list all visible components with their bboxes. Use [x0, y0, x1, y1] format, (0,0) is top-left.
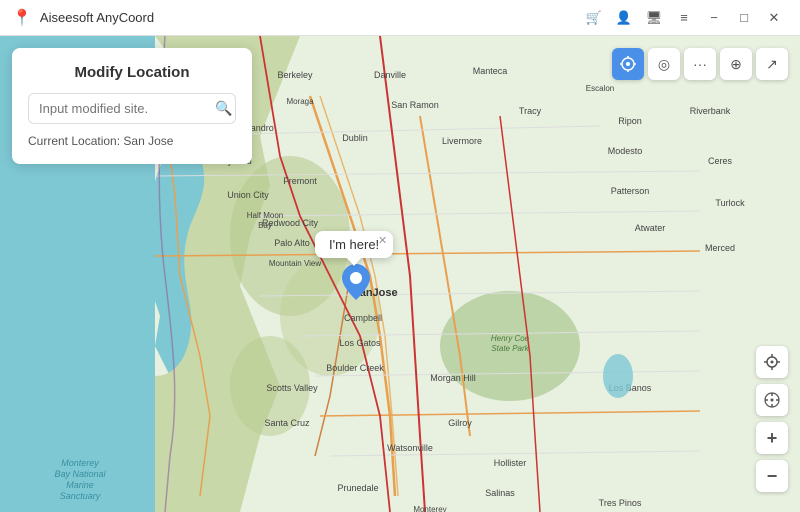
- gps-control-btn[interactable]: [756, 346, 788, 378]
- minimize-button[interactable]: −: [700, 4, 728, 32]
- svg-text:Prunedale: Prunedale: [337, 483, 378, 493]
- maximize-button[interactable]: □: [730, 4, 758, 32]
- svg-text:Watsonville: Watsonville: [387, 443, 433, 453]
- crosshair-toolbar-btn[interactable]: ⊕: [720, 48, 752, 80]
- modify-location-panel: Modify Location 🔍 Current Location: San …: [12, 48, 252, 164]
- svg-text:Monterey: Monterey: [61, 458, 99, 468]
- svg-text:Los Gatos: Los Gatos: [339, 338, 381, 348]
- screen-button[interactable]: 🖥: [640, 4, 668, 32]
- svg-text:Union City: Union City: [227, 190, 269, 200]
- svg-text:Tracy: Tracy: [519, 106, 542, 116]
- svg-text:Mountain View: Mountain View: [269, 259, 322, 268]
- svg-text:Morgan Hill: Morgan Hill: [430, 373, 476, 383]
- svg-text:Livermore: Livermore: [442, 136, 482, 146]
- svg-text:Campbell: Campbell: [344, 313, 382, 323]
- search-icon[interactable]: 🔍: [215, 100, 232, 117]
- svg-text:Gilroy: Gilroy: [448, 418, 472, 428]
- user-button[interactable]: 👤: [610, 4, 638, 32]
- svg-text:Ceres: Ceres: [708, 156, 733, 166]
- svg-text:Escalon: Escalon: [586, 84, 614, 93]
- svg-text:Dublin: Dublin: [342, 133, 368, 143]
- close-button[interactable]: ✕: [760, 4, 788, 32]
- zoom-in-btn[interactable]: +: [756, 422, 788, 454]
- svg-text:Modesto: Modesto: [608, 146, 643, 156]
- svg-text:Scotts Valley: Scotts Valley: [266, 383, 318, 393]
- panel-title: Modify Location: [28, 64, 236, 81]
- location-popup: I'm here! ✕: [315, 231, 393, 258]
- svg-text:Fremont: Fremont: [283, 176, 317, 186]
- app-logo: 📍: [12, 8, 32, 28]
- svg-text:Riverbank: Riverbank: [690, 106, 731, 116]
- popup-close-btn[interactable]: ✕: [378, 234, 387, 247]
- popup-tail: [346, 257, 362, 266]
- dots-toolbar-btn[interactable]: ···: [684, 48, 716, 80]
- svg-text:Turlock: Turlock: [715, 198, 745, 208]
- svg-text:Marine: Marine: [66, 480, 94, 490]
- location-toolbar-btn[interactable]: [612, 48, 644, 80]
- svg-text:Moraga: Moraga: [286, 97, 314, 106]
- svg-text:Boulder Creek: Boulder Creek: [326, 363, 384, 373]
- popup-text: I'm here!: [329, 237, 379, 252]
- svg-text:Bay National: Bay National: [54, 469, 106, 479]
- svg-text:Salinas: Salinas: [485, 488, 515, 498]
- app-title: Aiseesoft AnyCoord: [40, 10, 154, 25]
- export-toolbar-btn[interactable]: ↗: [756, 48, 788, 80]
- search-box[interactable]: 🔍: [28, 93, 236, 124]
- title-bar: 📍 Aiseesoft AnyCoord 🛒 👤 🖥 ≡ − □ ✕: [0, 0, 800, 36]
- svg-text:Atwater: Atwater: [635, 223, 666, 233]
- zoom-out-btn[interactable]: −: [756, 460, 788, 492]
- cart-button[interactable]: 🛒: [580, 4, 608, 32]
- svg-text:Hollister: Hollister: [494, 458, 527, 468]
- map-container: Monterey Bay National Marine Sanctuary H…: [0, 36, 800, 512]
- target-toolbar-btn[interactable]: ◎: [648, 48, 680, 80]
- location-pin: [342, 264, 370, 307]
- menu-button[interactable]: ≡: [670, 4, 698, 32]
- svg-text:San Ramon: San Ramon: [391, 100, 439, 110]
- svg-text:Henry Coe: Henry Coe: [491, 334, 530, 343]
- svg-text:Danville: Danville: [374, 70, 406, 80]
- svg-text:State Park: State Park: [491, 344, 529, 353]
- title-controls: 🛒 👤 🖥 ≡ − □ ✕: [580, 4, 788, 32]
- svg-text:Monterey: Monterey: [413, 505, 446, 512]
- svg-text:Merced: Merced: [705, 243, 735, 253]
- current-location-label: Current Location: San Jose: [28, 134, 236, 148]
- svg-text:Tres Pinos: Tres Pinos: [599, 498, 642, 508]
- svg-text:Patterson: Patterson: [611, 186, 650, 196]
- compass-control-btn[interactable]: [756, 384, 788, 416]
- svg-text:Redwood City: Redwood City: [262, 218, 319, 228]
- svg-text:Ripon: Ripon: [618, 116, 642, 126]
- title-left: 📍 Aiseesoft AnyCoord: [12, 8, 154, 28]
- svg-text:Sanctuary: Sanctuary: [60, 491, 101, 501]
- svg-text:Santa Cruz: Santa Cruz: [264, 418, 310, 428]
- svg-text:Palo Alto: Palo Alto: [274, 238, 310, 248]
- svg-text:Berkeley: Berkeley: [277, 70, 313, 80]
- svg-text:Manteca: Manteca: [473, 66, 508, 76]
- map-toolbar: ◎ ··· ⊕ ↗: [612, 48, 788, 80]
- map-controls: + −: [756, 346, 788, 492]
- search-input[interactable]: [39, 101, 215, 116]
